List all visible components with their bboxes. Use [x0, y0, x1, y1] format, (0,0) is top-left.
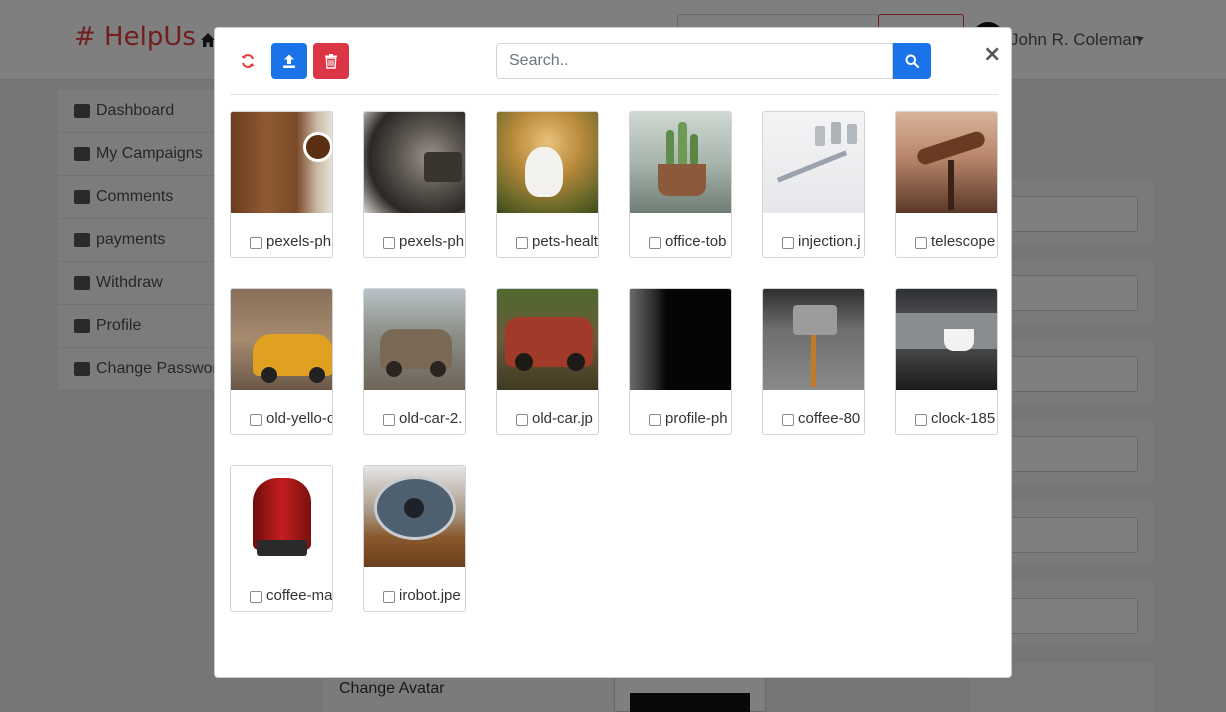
file-thumbnail[interactable]: [896, 112, 997, 213]
file-name: telescope: [931, 232, 996, 250]
file-card[interactable]: old-yello-c: [230, 288, 333, 435]
file-name: clock-185: [931, 409, 996, 427]
file-card[interactable]: coffee-ma: [230, 465, 333, 612]
file-name: pexels-ph: [266, 232, 332, 250]
file-name: profile-ph: [665, 409, 728, 427]
file-thumbnail[interactable]: [763, 289, 864, 390]
file-name: coffee-80: [798, 409, 861, 427]
delete-button[interactable]: [313, 43, 349, 79]
file-checkbox[interactable]: [516, 413, 528, 426]
file-search-input[interactable]: [496, 43, 893, 79]
file-thumbnail[interactable]: [630, 289, 731, 390]
file-checkbox[interactable]: [649, 413, 661, 426]
file-card[interactable]: old-car.jp: [496, 288, 599, 435]
file-card[interactable]: office-tob: [629, 111, 732, 258]
file-name: injection.j: [798, 232, 861, 250]
file-thumbnail[interactable]: [630, 112, 731, 213]
upload-button[interactable]: [271, 43, 307, 79]
search-icon: [905, 54, 919, 68]
file-thumbnail[interactable]: [231, 289, 332, 390]
file-name: pets-healt: [532, 232, 598, 250]
file-checkbox[interactable]: [915, 413, 927, 426]
file-name: old-car-2.: [399, 409, 463, 427]
file-checkbox[interactable]: [383, 413, 395, 426]
close-button[interactable]: ×: [983, 42, 1001, 67]
file-thumbnail[interactable]: [896, 289, 997, 390]
refresh-button[interactable]: [230, 43, 266, 79]
file-checkbox[interactable]: [383, 590, 395, 603]
file-card[interactable]: pets-healt: [496, 111, 599, 258]
file-name: irobot.jpe: [399, 586, 461, 604]
file-card[interactable]: old-car-2.: [363, 288, 466, 435]
refresh-icon: [241, 54, 255, 68]
file-thumbnail[interactable]: [364, 112, 465, 213]
file-checkbox[interactable]: [250, 590, 262, 603]
file-name: old-car.jp: [532, 409, 593, 427]
file-checkbox[interactable]: [516, 236, 528, 249]
file-thumbnail[interactable]: [231, 112, 332, 213]
file-card[interactable]: irobot.jpe: [363, 465, 466, 612]
file-thumbnail[interactable]: [364, 289, 465, 390]
file-checkbox[interactable]: [915, 236, 927, 249]
file-checkbox[interactable]: [383, 236, 395, 249]
file-card[interactable]: telescope: [895, 111, 998, 258]
file-manager-modal: × pexels-ph pexels-ph pets-healt: [214, 27, 1012, 678]
file-checkbox[interactable]: [782, 413, 794, 426]
search-button[interactable]: [893, 43, 931, 79]
file-name: coffee-ma: [266, 586, 332, 604]
file-card[interactable]: pexels-ph: [363, 111, 466, 258]
file-thumbnail[interactable]: [763, 112, 864, 213]
file-thumbnail[interactable]: [497, 112, 598, 213]
file-name: office-tob: [665, 232, 727, 250]
modal-divider: [230, 94, 998, 95]
upload-icon: [283, 54, 295, 68]
file-card[interactable]: pexels-ph: [230, 111, 333, 258]
file-card[interactable]: profile-ph: [629, 288, 732, 435]
file-thumbnail[interactable]: [231, 466, 332, 567]
file-thumbnail[interactable]: [364, 466, 465, 567]
file-name: old-yello-c: [266, 409, 332, 427]
file-card[interactable]: injection.j: [762, 111, 865, 258]
file-name: pexels-ph: [399, 232, 465, 250]
file-card[interactable]: coffee-80: [762, 288, 865, 435]
file-checkbox[interactable]: [250, 236, 262, 249]
file-checkbox[interactable]: [782, 236, 794, 249]
file-checkbox[interactable]: [649, 236, 661, 249]
file-thumbnail[interactable]: [497, 289, 598, 390]
trash-icon: [325, 54, 337, 69]
file-checkbox[interactable]: [250, 413, 262, 426]
file-card[interactable]: clock-185: [895, 288, 998, 435]
